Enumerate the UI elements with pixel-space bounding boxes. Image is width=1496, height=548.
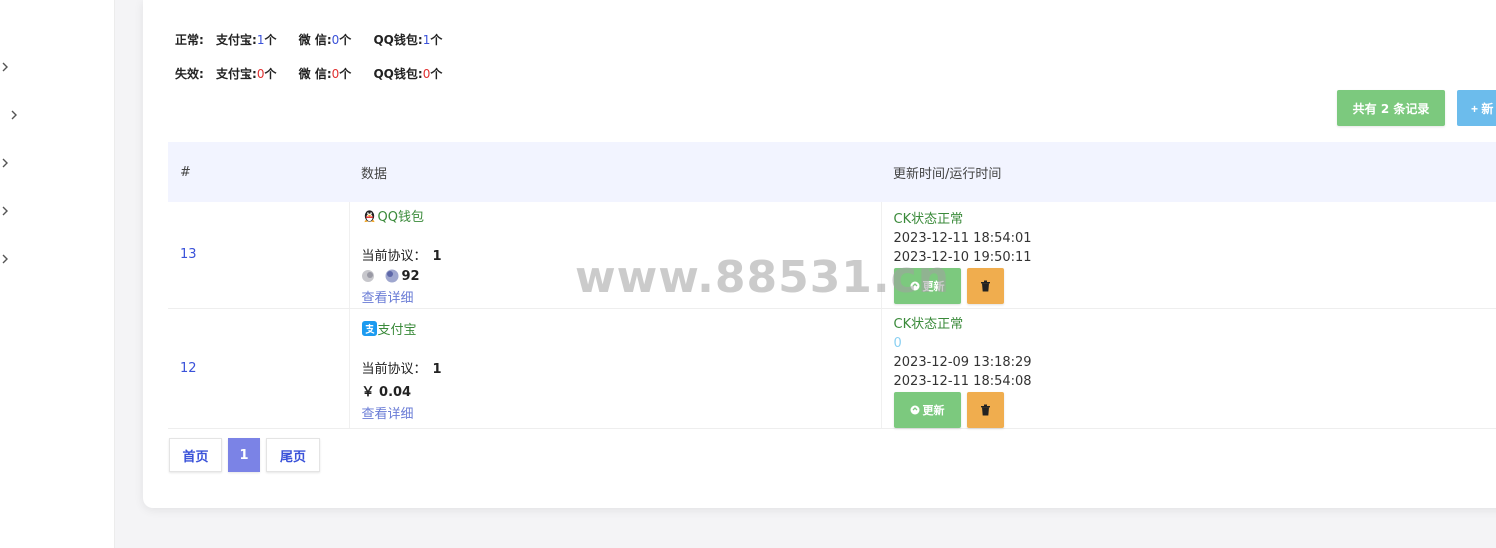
qq-penguin-icon bbox=[363, 210, 375, 223]
protocol-line: 当前协议： 1 bbox=[361, 249, 442, 264]
invalid-label: 失效: bbox=[175, 67, 204, 81]
alipay-icon bbox=[361, 320, 377, 336]
add-button[interactable]: + 新 bbox=[1457, 90, 1496, 126]
table-row: 13 QQ钱包 当前协议： 1 92 查看详细 CK状态正常 2023-12-1… bbox=[168, 202, 1496, 309]
invalid-stats: 失效: 支付宝:0个 微 信:0个 QQ钱包:0个 bbox=[175, 65, 460, 82]
normal-qq-stat: QQ钱包:1个 bbox=[373, 33, 443, 47]
chevron-right-icon[interactable] bbox=[9, 110, 21, 122]
last-page-button[interactable]: 尾页 bbox=[266, 438, 320, 472]
trash-icon bbox=[980, 280, 990, 292]
row-actions: 更新 bbox=[893, 391, 1496, 428]
page-number-button[interactable]: 1 bbox=[228, 438, 260, 472]
header-data: 数据 bbox=[349, 142, 881, 202]
trash-icon bbox=[980, 404, 990, 415]
chevron-right-icon[interactable] bbox=[0, 254, 12, 266]
first-page-button[interactable]: 首页 bbox=[169, 438, 222, 472]
invalid-alipay-stat: 支付宝:0个 bbox=[216, 67, 277, 81]
balance-value: 92 bbox=[361, 268, 881, 284]
balance-value: ￥ 0.04 bbox=[361, 384, 412, 400]
refresh-icon bbox=[910, 281, 919, 291]
sidebar bbox=[0, 0, 115, 548]
row-id-link[interactable]: 13 bbox=[180, 247, 349, 262]
run-time: 2023-12-10 19:50:11 bbox=[893, 250, 1032, 265]
chevron-right-icon[interactable] bbox=[0, 158, 12, 170]
update-time: 2023-12-09 13:18:29 bbox=[893, 354, 1032, 370]
protocol-line: 当前协议： 1 bbox=[361, 361, 442, 377]
normal-stats: 正常: 支付宝:1个 微 信:0个 QQ钱包:1个 bbox=[175, 31, 460, 48]
records-table: # 数据 更新时间/运行时间 13 QQ钱包 当前协议： 1 92 查看详细 C… bbox=[168, 142, 1496, 429]
ck-status: CK状态正常 bbox=[893, 212, 964, 227]
chevron-right-icon[interactable] bbox=[0, 206, 12, 218]
row-actions: 更新 bbox=[893, 268, 1496, 304]
table-row: 12 支付宝 当前协议： 1 ￥ 0.04 查看详细 CK状态正常 0 2023… bbox=[168, 308, 1496, 429]
pay-type-label: QQ钱包 bbox=[362, 206, 881, 225]
ck-status: CK状态正常 bbox=[893, 316, 964, 332]
normal-alipay-stat: 支付宝:1个 bbox=[216, 33, 277, 47]
blurred-avatar-icon bbox=[361, 269, 398, 283]
chevron-right-icon[interactable] bbox=[0, 62, 12, 74]
extra-value: 0 bbox=[893, 335, 902, 351]
row-id-link[interactable]: 12 bbox=[180, 361, 349, 376]
header-id: # bbox=[168, 142, 349, 202]
normal-label: 正常: bbox=[175, 33, 204, 47]
run-time: 2023-12-11 18:54:08 bbox=[893, 373, 1032, 389]
pay-type-label: 支付宝 bbox=[361, 319, 881, 338]
normal-wechat-stat: 微 信:0个 bbox=[298, 33, 352, 47]
header-time: 更新时间/运行时间 bbox=[881, 142, 1496, 202]
update-button[interactable]: 更新 bbox=[893, 391, 961, 428]
invalid-wechat-stat: 微 信:0个 bbox=[298, 67, 352, 81]
invalid-qq-stat: QQ钱包:0个 bbox=[373, 67, 443, 81]
delete-button[interactable] bbox=[966, 391, 1004, 428]
delete-button[interactable] bbox=[966, 268, 1004, 304]
view-detail-link[interactable]: 查看详细 bbox=[362, 403, 881, 422]
total-records-badge: 共有 2 条记录 bbox=[1337, 90, 1445, 126]
refresh-icon bbox=[910, 405, 919, 414]
main-card: 正常: 支付宝:1个 微 信:0个 QQ钱包:1个 失效: 支付宝:0个 微 信… bbox=[143, 0, 1496, 508]
update-time: 2023-12-11 18:54:01 bbox=[893, 231, 1032, 246]
view-detail-link[interactable]: 查看详细 bbox=[362, 287, 881, 306]
update-button[interactable]: 更新 bbox=[893, 268, 961, 304]
